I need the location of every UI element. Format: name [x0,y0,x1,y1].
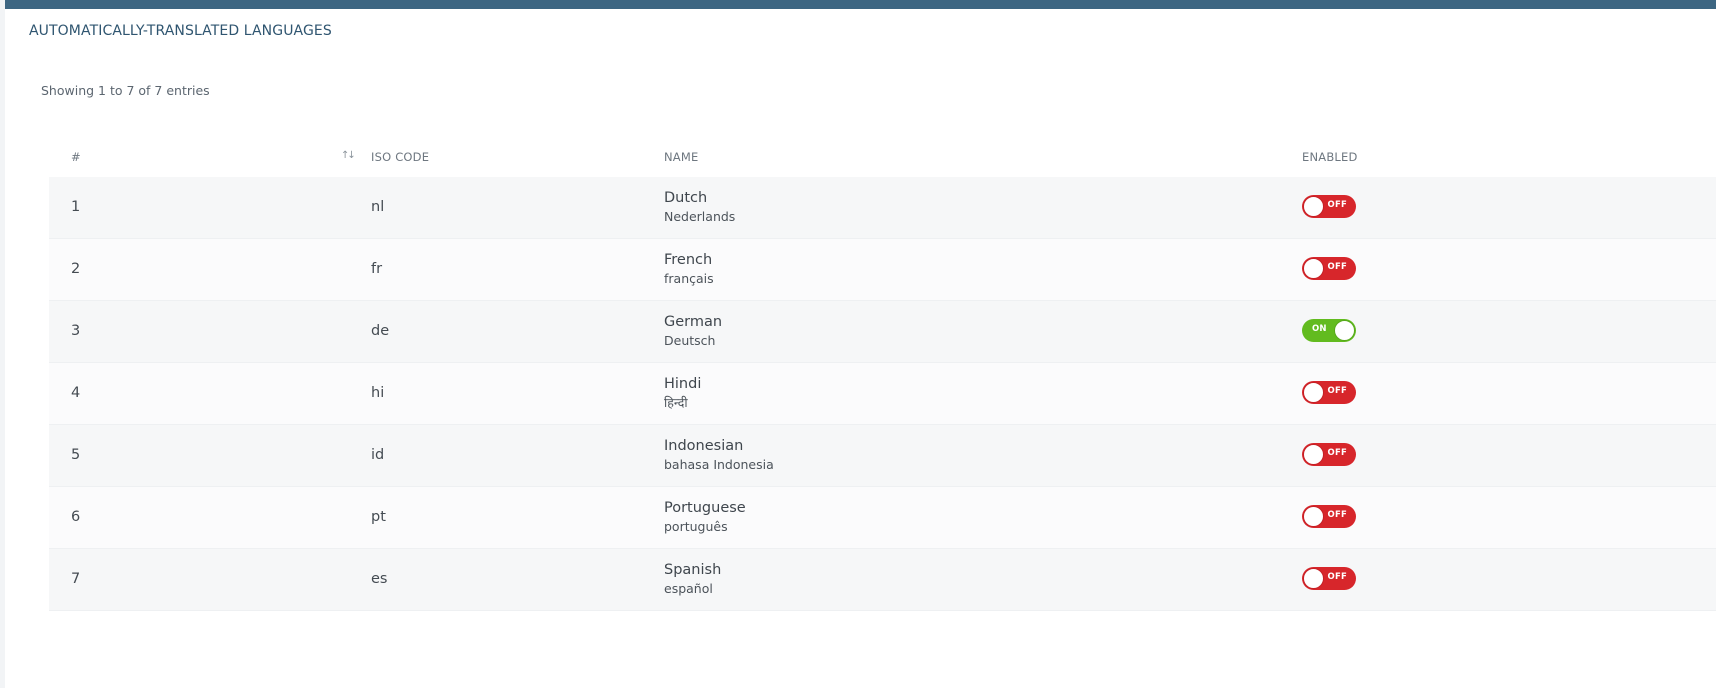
row-number: 2 [71,261,81,277]
toggle-state-label: OFF [1327,200,1347,210]
enabled-toggle[interactable]: OFF [1302,195,1356,218]
table-row: 1 nl Dutch Nederlands OFF [49,177,1716,239]
table-body: 1 nl Dutch Nederlands OFF 2 fr French fr… [49,177,1716,611]
language-name: Spanish [664,562,722,578]
row-number: 7 [71,571,81,587]
toggle-state-label: ON [1312,324,1327,334]
toggle-knob [1303,568,1324,589]
column-header-iso-code[interactable]: ISO CODE [371,150,429,164]
row-iso-code: es [371,571,388,587]
panel-title: AUTOMATICALLY-TRANSLATED LANGUAGES [29,23,332,39]
sort-arrows-icon[interactable]: ↑↓ [341,150,356,161]
toggle-knob [1303,382,1324,403]
row-number: 6 [71,509,81,525]
row-iso-code: hi [371,385,385,401]
row-number: 4 [71,385,81,401]
row-name-cell: Indonesian bahasa Indonesia [664,437,774,474]
enabled-toggle[interactable]: OFF [1302,505,1356,528]
enabled-toggle[interactable]: ON [1302,319,1356,342]
language-native-name: Nederlands [664,209,736,224]
table-row: 4 hi Hindi हिन्दी OFF [49,363,1716,425]
row-number: 3 [71,323,81,339]
row-name-cell: Hindi हिन्दी [664,375,701,412]
languages-panel: AUTOMATICALLY-TRANSLATED LANGUAGES Showi… [5,0,1716,688]
column-header-number[interactable]: # [71,150,81,164]
column-header-enabled[interactable]: ENABLED [1302,150,1358,164]
table-row: 3 de German Deutsch ON [49,301,1716,363]
table-header: # ↑↓ ISO CODE NAME ENABLED [49,137,1716,177]
row-number: 1 [71,199,81,215]
languages-table: # ↑↓ ISO CODE NAME ENABLED 1 nl Dutch Ne… [49,137,1716,611]
column-header-name[interactable]: NAME [664,150,698,164]
language-name: French [664,252,713,268]
row-number: 5 [71,447,81,463]
language-native-name: हिन्दी [664,395,688,410]
language-native-name: français [664,271,714,286]
language-name: Hindi [664,376,702,392]
toggle-state-label: OFF [1327,262,1347,272]
table-row: 6 pt Portuguese português OFF [49,487,1716,549]
table-row: 7 es Spanish español OFF [49,549,1716,611]
row-name-cell: Spanish español [664,561,721,598]
toggle-state-label: OFF [1327,386,1347,396]
enabled-toggle[interactable]: OFF [1302,257,1356,280]
table-row: 2 fr French français OFF [49,239,1716,301]
row-iso-code: pt [371,509,386,525]
row-name-cell: German Deutsch [664,313,722,350]
toggle-state-label: OFF [1327,448,1347,458]
enabled-toggle[interactable]: OFF [1302,443,1356,466]
row-iso-code: fr [371,261,383,277]
toggle-knob [1303,196,1324,217]
language-name: German [664,314,723,330]
language-native-name: bahasa Indonesia [664,457,774,472]
toggle-knob [1303,506,1324,527]
toggle-knob [1303,258,1324,279]
language-name: Portuguese [664,500,746,516]
language-native-name: español [664,581,713,596]
language-native-name: português [664,519,728,534]
enabled-toggle[interactable]: OFF [1302,567,1356,590]
table-row: 5 id Indonesian bahasa Indonesia OFF [49,425,1716,487]
language-name: Indonesian [664,438,744,454]
row-name-cell: Portuguese português [664,499,746,536]
toggle-state-label: OFF [1327,510,1347,520]
enabled-toggle[interactable]: OFF [1302,381,1356,404]
row-name-cell: Dutch Nederlands [664,189,735,226]
toggle-state-label: OFF [1327,572,1347,582]
row-iso-code: de [371,323,390,339]
toggle-knob [1334,320,1355,341]
language-name: Dutch [664,190,708,206]
table-entries-info: Showing 1 to 7 of 7 entries [41,83,210,98]
language-native-name: Deutsch [664,333,716,348]
row-iso-code: nl [371,199,385,215]
toggle-knob [1303,444,1324,465]
row-iso-code: id [371,447,385,463]
row-name-cell: French français [664,251,714,288]
